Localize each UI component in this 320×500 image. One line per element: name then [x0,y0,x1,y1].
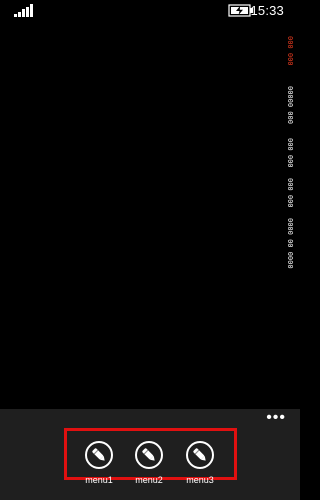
debug-column: 000 000 00000 000 000 000 000 000 0000 0… [284,28,296,278]
edit-pen-icon [135,441,163,469]
status-bar: 15:33 [0,0,300,22]
menu2-button[interactable]: menu2 [129,441,169,489]
menu3-button[interactable]: menu3 [180,441,220,489]
debug-line: 000 000 [286,178,294,208]
more-options-button[interactable]: ••• [266,410,286,426]
menu-label: menu3 [186,475,214,485]
debug-line: 0000 00 0000 [286,218,294,269]
signal-strength-icon [14,4,36,17]
menu-label: menu2 [135,475,163,485]
debug-line: 000 000 [286,36,294,66]
menu1-button[interactable]: menu1 [79,441,119,489]
edit-pen-icon [85,441,113,469]
menu-label: menu1 [85,475,113,485]
edit-pen-icon [186,441,214,469]
app-bar: ••• menu1 menu2 menu3 [0,409,300,500]
debug-line: 00000 000 [286,86,294,124]
debug-line: 000 000 [286,138,294,168]
status-time: 15:33 [250,3,284,18]
